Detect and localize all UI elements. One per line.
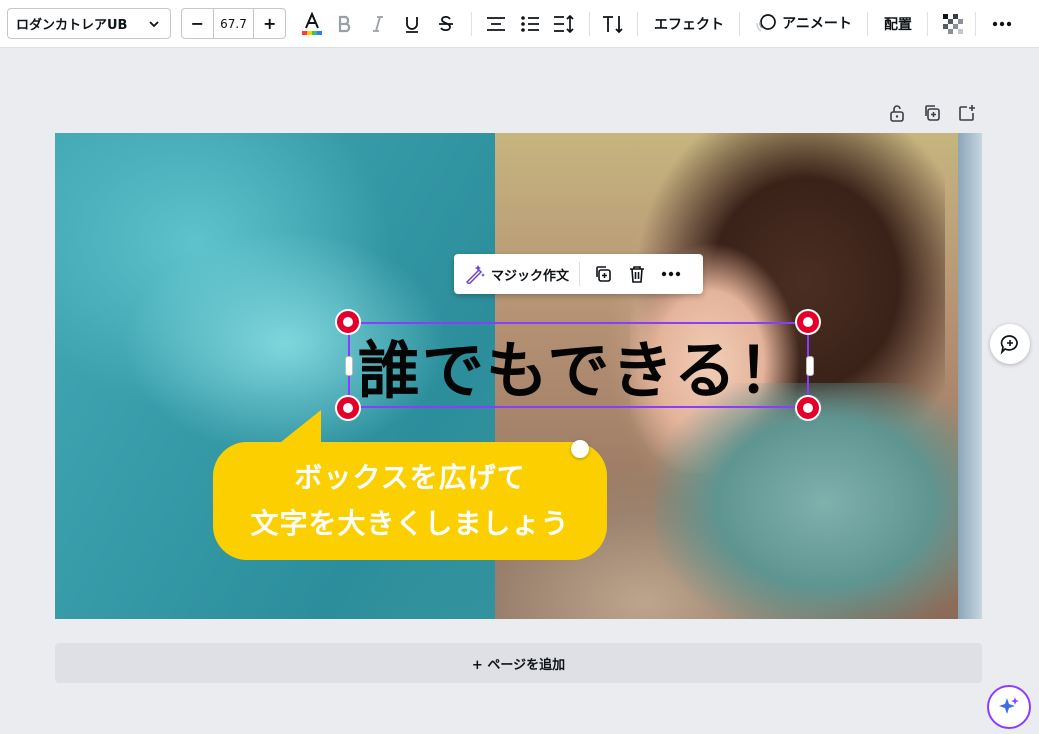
toolbar-divider xyxy=(637,12,638,36)
text-color-button[interactable] xyxy=(297,9,327,39)
duplicate-page-button[interactable] xyxy=(920,101,944,125)
add-page-icon xyxy=(959,105,975,121)
underline-icon xyxy=(406,17,418,33)
effects-button[interactable]: エフェクト xyxy=(647,13,731,35)
page-tools xyxy=(885,101,979,125)
font-size-input[interactable]: 67.7 xyxy=(212,9,255,38)
callout-text-line2: 文字を大きくしましょう xyxy=(250,507,570,540)
list-button[interactable] xyxy=(515,9,545,39)
decrease-font-size-button[interactable]: − xyxy=(182,9,213,38)
font-family-label: ロダンカトレアUB xyxy=(16,18,128,33)
animate-label: アニメート xyxy=(782,16,852,32)
bold-icon xyxy=(338,15,351,33)
more-options-button[interactable] xyxy=(987,9,1017,39)
callout-text-line1: ボックスを広げて xyxy=(294,461,526,494)
magic-write-button[interactable]: マジック作文 xyxy=(454,254,579,294)
font-family-select[interactable]: ロダンカトレアUB xyxy=(7,8,171,39)
text-selection-box[interactable] xyxy=(348,322,809,408)
floating-toolbar: マジック作文 xyxy=(454,254,703,294)
add-comment-icon xyxy=(1000,335,1018,355)
resize-handle-left[interactable] xyxy=(345,356,353,376)
vertical-text-icon xyxy=(603,16,623,34)
toolbar-divider xyxy=(975,12,976,36)
increase-font-size-button[interactable]: + xyxy=(254,9,285,38)
editor-toolbar: ロダンカトレアUB − 67.7 + エフェクト アニメート 配置 xyxy=(0,0,1039,48)
resize-handle-top-right[interactable] xyxy=(797,311,819,333)
text-color-icon xyxy=(302,11,322,35)
position-button[interactable]: 配置 xyxy=(877,13,919,35)
bulleted-list-icon xyxy=(521,16,539,32)
underline-button[interactable] xyxy=(397,9,427,39)
toolbar-divider xyxy=(589,12,590,36)
add-page-icon-button[interactable] xyxy=(955,101,979,125)
vertical-text-button[interactable] xyxy=(598,9,628,39)
add-page-button[interactable]: + ページを追加 xyxy=(55,643,982,683)
callout-bubble[interactable]: ボックスを広げて 文字を大きくしましょう xyxy=(213,442,607,560)
effects-label: エフェクト xyxy=(654,17,724,33)
delete-element-button[interactable] xyxy=(620,254,654,294)
font-size-control: − 67.7 + xyxy=(181,8,286,39)
chevron-down-icon xyxy=(149,20,159,27)
resize-handle-right[interactable] xyxy=(806,356,814,376)
bold-button[interactable] xyxy=(330,9,360,39)
animate-button[interactable]: アニメート xyxy=(752,11,856,35)
comment-button[interactable] xyxy=(990,324,1030,364)
italic-icon xyxy=(373,16,383,32)
resize-handle-top-left[interactable] xyxy=(337,311,359,333)
magic-pen-icon xyxy=(465,265,485,284)
photo-scarf xyxy=(655,383,975,619)
spacing-button[interactable] xyxy=(549,9,579,39)
resize-handle-bottom-right[interactable] xyxy=(797,397,819,419)
more-element-options-button[interactable] xyxy=(654,254,688,294)
transparency-icon xyxy=(943,14,963,34)
strikethrough-button[interactable] xyxy=(431,9,461,39)
line-spacing-icon xyxy=(554,15,574,33)
position-label: 配置 xyxy=(884,17,912,33)
text-align-button[interactable] xyxy=(481,9,511,39)
animate-icon xyxy=(756,14,776,32)
floating-toolbar-divider xyxy=(579,262,581,286)
photo-window-edge xyxy=(958,133,982,619)
toolbar-divider xyxy=(927,12,928,36)
duplicate-icon xyxy=(596,266,611,282)
lock-page-button[interactable] xyxy=(885,101,909,125)
italic-button[interactable] xyxy=(363,9,393,39)
align-center-icon xyxy=(487,17,505,31)
duplicate-icon xyxy=(925,105,940,121)
rotate-handle[interactable] xyxy=(571,440,589,458)
transparency-button[interactable] xyxy=(938,9,968,39)
toolbar-divider xyxy=(471,12,472,36)
toolbar-divider xyxy=(739,12,740,36)
magic-write-label: マジック作文 xyxy=(491,268,570,284)
more-icon xyxy=(661,271,681,277)
strikethrough-icon xyxy=(439,15,453,32)
unlock-icon xyxy=(890,105,904,122)
sparkle-icon xyxy=(999,697,1019,714)
duplicate-element-button[interactable] xyxy=(586,254,620,294)
more-icon xyxy=(992,21,1012,27)
add-page-label: + ページを追加 xyxy=(471,657,566,673)
toolbar-divider xyxy=(867,12,868,36)
trash-icon xyxy=(630,265,645,283)
resize-handle-bottom-left[interactable] xyxy=(337,397,359,419)
magic-assistant-button[interactable] xyxy=(987,685,1031,729)
